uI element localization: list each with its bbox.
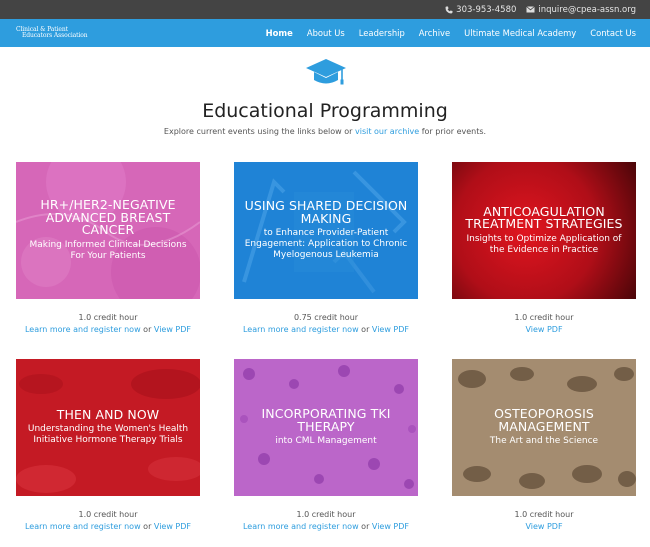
card-info-anticoagulation: 1.0 credit hour View PDF (452, 312, 636, 336)
card-info-then-and-now: 1.0 credit hour Learn more and register … (16, 509, 200, 533)
program-card-anticoagulation[interactable]: Anticoagulation Treatment Strategies Ins… (452, 162, 636, 299)
card-title: Osteoporosis Management (494, 406, 594, 434)
card-links: Learn more and register now or View PDF (234, 324, 418, 336)
subtitle-text-after: for prior events. (419, 127, 487, 136)
card-title: Then and Now (56, 406, 160, 422)
email-address: inquire@cpea-assn.org (538, 4, 636, 15)
email-contact[interactable]: inquire@cpea-assn.org (526, 5, 636, 15)
learn-more-link[interactable]: Learn more and register now (25, 325, 141, 334)
credit-hours: 1.0 credit hour (78, 510, 138, 519)
card-subtitle: The Art and the Science (489, 436, 599, 446)
page-title: Educational Programming (202, 100, 448, 122)
card-subtitle: Making Informed Clinical Decisions For Y… (29, 239, 187, 261)
view-pdf-link[interactable]: View PDF (525, 522, 562, 531)
card-title: Anticoagulation Treatment Strategies (465, 203, 623, 231)
card-title: HR+/HER2-Negative Advanced Breast Cancer (40, 197, 176, 238)
program-card-breast-cancer[interactable]: HR+/HER2-Negative Advanced Breast Cancer… (16, 162, 200, 299)
nav-archive[interactable]: Archive (419, 28, 450, 38)
view-pdf-link[interactable]: View PDF (525, 325, 562, 334)
view-pdf-link[interactable]: View PDF (154, 522, 191, 531)
card-links: Learn more and register now or View PDF (234, 521, 418, 533)
card-text: HR+/HER2-Negative Advanced Breast Cancer… (24, 199, 192, 262)
card-info-tki-therapy: 1.0 credit hour Learn more and register … (234, 509, 418, 533)
card-text: Anticoagulation Treatment Strategies Ins… (460, 203, 628, 256)
learn-more-link[interactable]: Learn more and register now (243, 325, 359, 334)
or-text: or (143, 325, 152, 334)
credit-hours: 0.75 credit hour (293, 313, 359, 322)
card-text: Then and Now Understanding the Women's H… (24, 406, 192, 447)
phone-icon (445, 6, 453, 13)
main-nav: Home About Us Leadership Archive Ultimat… (266, 19, 636, 47)
card-text: Using Shared Decision Making to Enhance … (242, 198, 410, 261)
card-info-osteoporosis: 1.0 credit hour View PDF (452, 509, 636, 533)
learn-more-link[interactable]: Learn more and register now (243, 522, 359, 531)
card-info-shared-decision-making: 0.75 credit hour Learn more and register… (234, 312, 418, 336)
program-card-tki-therapy[interactable]: Incorporating TKI Therapy into CML Manag… (234, 359, 418, 496)
archive-link[interactable]: visit our archive (355, 127, 419, 136)
nav-ultimate-medical-academy[interactable]: Ultimate Medical Academy (464, 28, 576, 38)
credit-hours: 1.0 credit hour (296, 510, 356, 519)
program-card-shared-decision-making[interactable]: Using Shared Decision Making to Enhance … (234, 162, 418, 299)
nav-leadership[interactable]: Leadership (359, 28, 405, 38)
card-title: Incorporating TKI Therapy (261, 406, 391, 434)
logo-line-2: Educators Association (22, 32, 88, 39)
top-bar: 303-953-4580 inquire@cpea-assn.org (0, 0, 650, 19)
view-pdf-link[interactable]: View PDF (372, 325, 409, 334)
nav-home[interactable]: Home (266, 28, 293, 38)
program-card-osteoporosis[interactable]: Osteoporosis Management The Art and the … (452, 359, 636, 496)
view-pdf-link[interactable]: View PDF (154, 325, 191, 334)
subtitle-text-before: Explore current events using the links b… (163, 127, 355, 136)
card-links: Learn more and register now or View PDF (16, 521, 200, 533)
credit-hours: 1.0 credit hour (514, 313, 574, 322)
view-pdf-link[interactable]: View PDF (372, 522, 409, 531)
nav-about-us[interactable]: About Us (307, 28, 345, 38)
main-header: Clinical & Patient Educators Association… (0, 19, 650, 47)
card-links: View PDF (452, 324, 636, 336)
or-text: or (361, 522, 370, 531)
program-card-then-and-now[interactable]: Then and Now Understanding the Women's H… (16, 359, 200, 496)
card-subtitle: Understanding the Women's Health Initiat… (27, 424, 189, 446)
card-info-breast-cancer: 1.0 credit hour Learn more and register … (16, 312, 200, 336)
or-text: or (143, 522, 152, 531)
site-logo[interactable]: Clinical & Patient Educators Association (16, 27, 101, 40)
credit-hours: 1.0 credit hour (78, 313, 138, 322)
phone-contact[interactable]: 303-953-4580 (445, 5, 516, 15)
card-text: Osteoporosis Management The Art and the … (460, 406, 628, 447)
card-subtitle: Insights to Optimize Application of the … (466, 233, 622, 255)
graduation-cap-icon (306, 59, 346, 85)
page-subtitle: Explore current events using the links b… (0, 127, 650, 136)
card-subtitle: to Enhance Provider-Patient Engagement: … (244, 228, 408, 260)
card-title: Using Shared Decision Making (244, 198, 408, 226)
credit-hours: 1.0 credit hour (514, 510, 574, 519)
card-links: View PDF (452, 521, 636, 533)
card-subtitle: into CML Management (275, 436, 377, 446)
phone-number: 303-953-4580 (456, 4, 517, 15)
nav-contact-us[interactable]: Contact Us (590, 28, 636, 38)
card-text: Incorporating TKI Therapy into CML Manag… (242, 406, 410, 447)
or-text: or (361, 325, 370, 334)
envelope-icon (526, 6, 536, 13)
card-links: Learn more and register now or View PDF (16, 324, 200, 336)
learn-more-link[interactable]: Learn more and register now (25, 522, 141, 531)
